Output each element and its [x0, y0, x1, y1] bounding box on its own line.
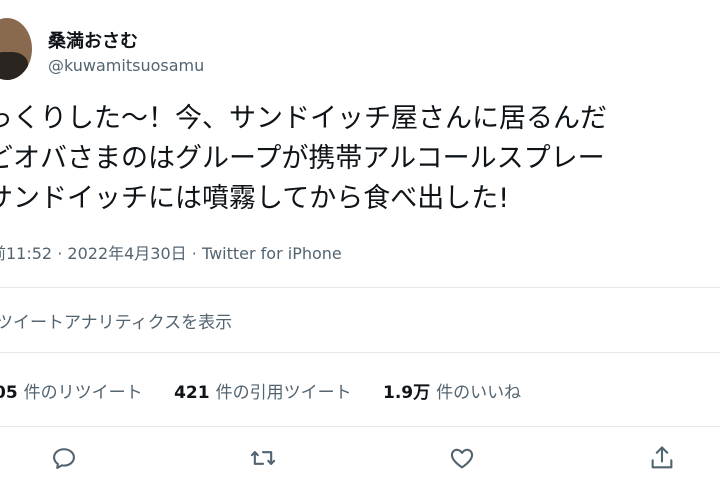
retweets-count: 05: [0, 383, 18, 403]
share-icon: [651, 446, 673, 469]
display-name[interactable]: 桑満おさむ: [48, 27, 138, 53]
divider: [0, 287, 720, 288]
reply-icon: [53, 448, 75, 469]
tweet-line: サンドイッチには噴霧してから食べ出した!: [0, 183, 510, 214]
like-button[interactable]: [448, 444, 476, 472]
tweet-line: どオバさまのはグループが携帯アルコールスプレー: [0, 143, 605, 174]
retweets-stat[interactable]: 05件のリツイート: [0, 378, 143, 403]
like-icon: [450, 448, 474, 469]
likes-label: 件のいいね: [436, 383, 522, 403]
analytics-link[interactable]: ツイートアナリティクスを表示: [0, 308, 232, 333]
avatar[interactable]: [0, 18, 32, 80]
retweet-icon: [250, 451, 276, 465]
divider: [0, 426, 720, 427]
tweet-date[interactable]: 2022年4月30日: [67, 244, 186, 263]
likes-stat[interactable]: 1.9万 件のいいね: [383, 378, 521, 403]
divider: [0, 352, 720, 353]
likes-count: 1.9万: [382, 383, 431, 403]
tweet-text: っくりした～！今、サンドイッチ屋さんに居るんだ どオバさまのはグループが携帯アル…: [0, 99, 720, 219]
quotes-count: 421: [174, 383, 210, 403]
tweet-time[interactable]: 前11:52: [0, 244, 52, 263]
action-bar: [0, 440, 720, 476]
quotes-stat[interactable]: 421 件の引用ツイート: [174, 378, 352, 403]
tweet-line: っくりした～！今、サンドイッチ屋さんに居るんだ: [0, 103, 607, 134]
user-handle[interactable]: @kuwamitsuosamu: [48, 56, 204, 75]
meta-separator: ·: [57, 244, 63, 263]
tweet-source[interactable]: Twitter for iPhone: [202, 244, 342, 263]
meta-separator: ·: [191, 244, 197, 263]
share-button[interactable]: [648, 444, 676, 472]
reply-button[interactable]: [50, 444, 78, 472]
avatar-photo: [0, 52, 28, 80]
tweet-stats: 05件のリツイート 421件の引用ツイート 1.9万件のいいね: [0, 378, 547, 403]
retweet-button[interactable]: [249, 444, 277, 472]
tweet-meta: 前11:52 · 2022年4月30日 · Twitter for iPhone: [0, 240, 342, 264]
quotes-label: 件の引用ツイート: [215, 383, 352, 403]
retweets-label: 件のリツイート: [23, 383, 143, 403]
